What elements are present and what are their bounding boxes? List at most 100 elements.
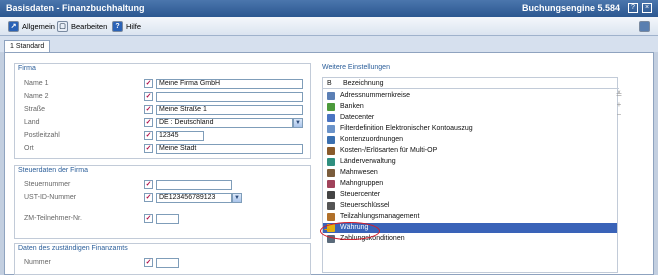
ort-field[interactable]: Meine Stadt	[156, 144, 303, 154]
panel-title: Firma	[18, 65, 36, 72]
panel-title: Weitere Einstellungen	[322, 64, 390, 71]
strasse-field[interactable]: Meine Straße 1	[156, 105, 303, 115]
list-item[interactable]: Kontenzuordnungen	[323, 135, 617, 145]
list-item-label: Steuercenter	[340, 191, 381, 198]
field-label: ZM-Teilnehmer-Nr.	[24, 215, 82, 222]
remove-icon[interactable]: −	[614, 111, 624, 120]
list-item[interactable]: Banken	[323, 102, 617, 112]
engine-version: Buchungsengine 5.584	[521, 3, 620, 13]
setting-icon	[327, 202, 335, 210]
steuernummer-checkbox[interactable]: ✓	[144, 180, 153, 189]
list-item[interactable]: Länderverwaltung	[323, 157, 617, 167]
ort-checkbox[interactable]: ✓	[144, 144, 153, 153]
arrow-icon: ↗	[8, 21, 19, 32]
list-item[interactable]: Teilzahlungsmanagement	[323, 212, 617, 222]
setting-icon	[327, 103, 335, 111]
list-item-label: Filterdefinition Elektronischer Kontoaus…	[340, 125, 473, 132]
help-icon: ?	[112, 21, 123, 32]
ustid-select[interactable]: DE123456789123	[156, 193, 232, 203]
tab-strip: 1 Standard	[0, 36, 658, 52]
settings-list: B Bezeichnung Adressnummernkreise Banken D…	[322, 77, 619, 273]
list-item[interactable]: Filterdefinition Elektronischer Kontoaus…	[323, 124, 617, 134]
title-bar: Basisdaten - Finanzbuchhaltung Buchungse…	[0, 0, 658, 17]
chevron-down-icon[interactable]: ▼	[293, 118, 303, 128]
steuernummer-field[interactable]	[156, 180, 232, 190]
plz-checkbox[interactable]: ✓	[144, 131, 153, 140]
steuer-panel: Steuerdaten der Firma Steuernummer ✓ UST…	[14, 165, 311, 239]
field-label: Name 1	[24, 80, 49, 87]
column-header-b: B	[327, 80, 332, 87]
field-label: Nummer	[24, 259, 51, 266]
window-title: Basisdaten - Finanzbuchhaltung	[6, 3, 145, 13]
list-item-label: Länderverwaltung	[340, 158, 396, 165]
setting-icon	[327, 92, 335, 100]
setting-icon	[327, 169, 335, 177]
field-label: Straße	[24, 106, 46, 113]
setting-icon	[327, 158, 335, 166]
name2-checkbox[interactable]: ✓	[144, 92, 153, 101]
list-item-label: Adressnummernkreise	[340, 92, 411, 99]
setting-icon	[327, 125, 335, 133]
strasse-checkbox[interactable]: ✓	[144, 105, 153, 114]
list-item-label: Kontenzuordnungen	[340, 136, 404, 143]
firma-panel: Firma Name 1 ✓ Meine Firma GmbH Name 2 ✓…	[14, 63, 311, 159]
chevron-down-icon[interactable]: ▼	[232, 193, 242, 203]
field-label: Ort	[24, 145, 34, 152]
add-icon[interactable]: +	[614, 101, 624, 110]
list-item-label: Mahngruppen	[340, 180, 384, 187]
menu-label: Allgemein	[22, 22, 55, 31]
finanzamt-panel: Daten des zuständigen Finanzamts Nummer …	[14, 243, 311, 275]
name2-field[interactable]	[156, 92, 303, 102]
setting-icon	[327, 213, 335, 221]
setting-icon	[327, 180, 335, 188]
field-label: UST-ID-Nummer	[24, 194, 77, 201]
list-header: B Bezeichnung	[323, 78, 619, 89]
list-item-label: Banken	[340, 103, 364, 110]
list-item[interactable]: Adressnummernkreise	[323, 91, 617, 101]
nummer-field[interactable]	[156, 258, 179, 268]
panel-title: Steuerdaten der Firma	[18, 167, 89, 174]
save-icon[interactable]	[639, 21, 650, 32]
menu-bearbeiten[interactable]: ▢ Bearbeiten	[57, 20, 107, 33]
list-item[interactable]: Mahnwesen	[323, 168, 617, 178]
list-item[interactable]: Mahngruppen	[323, 179, 617, 189]
nummer-checkbox[interactable]: ✓	[144, 258, 153, 267]
field-label: Steuernummer	[24, 181, 71, 188]
help-window-button[interactable]: ?	[628, 3, 638, 13]
list-item[interactable]: Steuercenter	[323, 190, 617, 200]
menu-label: Bearbeiten	[71, 22, 108, 31]
list-item-label: Kosten-/Erlösarten für Multi-OP	[340, 147, 438, 154]
list-item-label: Teilzahlungsmanagement	[340, 213, 420, 220]
column-header-bezeichnung: Bezeichnung	[343, 80, 384, 87]
setting-icon	[327, 147, 335, 155]
ustid-checkbox[interactable]: ✓	[144, 193, 153, 202]
list-item[interactable]: Steuerschlüssel	[323, 201, 617, 211]
list-item[interactable]: Datecenter	[323, 113, 617, 123]
name1-field[interactable]: Meine Firma GmbH	[156, 79, 303, 89]
setting-icon	[327, 136, 335, 144]
list-item-label: Mahnwesen	[340, 169, 378, 176]
zm-checkbox[interactable]: ✓	[144, 214, 153, 223]
list-item[interactable]: Kosten-/Erlösarten für Multi-OP	[323, 146, 617, 156]
menu-hilfe[interactable]: ? Hilfe	[112, 20, 141, 33]
field-label: Name 2	[24, 93, 49, 100]
plz-field[interactable]: 12345	[156, 131, 204, 141]
name1-checkbox[interactable]: ✓	[144, 79, 153, 88]
list-item-label: Datecenter	[340, 114, 375, 121]
application-window: Basisdaten - Finanzbuchhaltung Buchungse…	[0, 0, 658, 275]
edit-icon: ▢	[57, 21, 68, 32]
close-window-button[interactable]: ×	[642, 3, 652, 13]
menu-label: Hilfe	[126, 22, 142, 31]
panel-title: Daten des zuständigen Finanzamts	[18, 245, 128, 252]
menu-allgemein[interactable]: ↗ Allgemein	[8, 20, 55, 33]
land-select[interactable]: DE : Deutschland	[156, 118, 293, 128]
tab-standard[interactable]: 1 Standard	[4, 40, 51, 52]
move-top-icon[interactable]: ≚	[614, 91, 624, 100]
list-item-label: Steuerschlüssel	[340, 202, 390, 209]
field-label: Postleitzahl	[24, 132, 60, 139]
setting-icon	[327, 114, 335, 122]
land-checkbox[interactable]: ✓	[144, 118, 153, 127]
pointer-icon: ➜	[324, 225, 331, 234]
zm-field[interactable]	[156, 214, 179, 224]
menu-bar: ↗ Allgemein ▢ Bearbeiten ? Hilfe	[0, 17, 658, 36]
